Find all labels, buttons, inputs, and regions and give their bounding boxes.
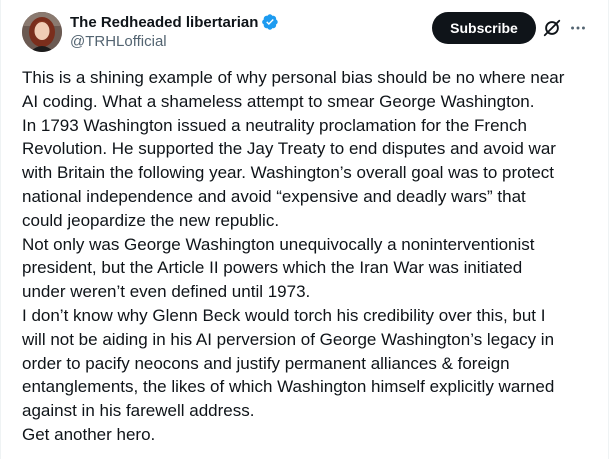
post-line: This is a shining example of why persona… (22, 68, 565, 87)
post-line: will not be aiding in his AI perversion … (22, 329, 555, 349)
grok-slash-circle-icon[interactable] (541, 17, 563, 39)
display-name[interactable]: The Redheaded libertarian (70, 14, 258, 31)
post-line: Get another hero. (22, 424, 156, 444)
post-line: order to pacify neocons and justify perm… (22, 353, 510, 373)
post-line: could jeopardize the new republic. (22, 210, 280, 230)
tweet-card: The Redheaded libertarian @TRHLofficial … (0, 0, 609, 459)
post-text: This is a shining example of why persona… (22, 66, 592, 447)
post-line: Revolution. He supported the Jay Treaty … (22, 139, 556, 159)
handle[interactable]: @TRHLofficial (70, 33, 279, 50)
post-line: under weren’t even defined until 1973. (22, 282, 311, 302)
post-line: I don’t know why Glenn Beck would torch … (22, 305, 546, 325)
subscribe-button[interactable]: Subscribe (432, 12, 536, 44)
post-line: national independence and avoid “expensi… (22, 186, 526, 206)
verified-badge-icon[interactable] (261, 13, 279, 31)
post-line: president, but the Article II powers whi… (22, 258, 523, 278)
post-line: In 1793 Washington issued a neutrality p… (22, 115, 527, 135)
ellipsis-icon[interactable] (567, 17, 589, 39)
post-line: against in his farewell address. (22, 401, 255, 421)
post-line: Not only was George Washington unequivoc… (22, 234, 535, 254)
name-row: The Redheaded libertarian (70, 12, 279, 32)
post-line: entanglements, the likes of which Washin… (22, 377, 555, 397)
author-block: The Redheaded libertarian @TRHLofficial (70, 12, 279, 50)
profile-photo-icon (22, 12, 62, 52)
avatar[interactable] (22, 12, 62, 52)
post-line: with Britain the following year. Washing… (22, 163, 554, 183)
post-line: AI coding. What a shameless attempt to s… (22, 91, 535, 111)
